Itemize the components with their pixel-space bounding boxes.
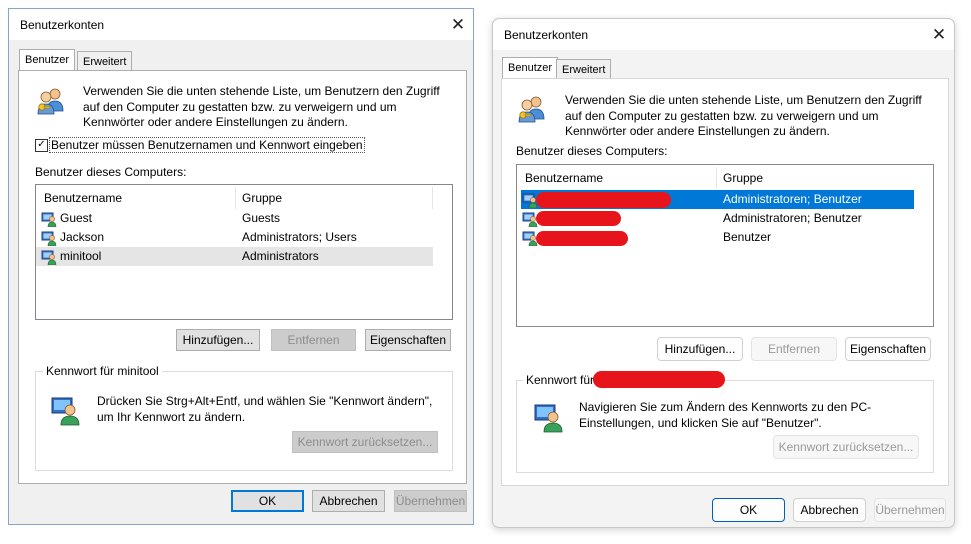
row-group: Administrators; Users xyxy=(242,230,357,244)
tab-panel: Verwenden Sie die unten stehende Liste, … xyxy=(18,70,467,484)
row-group: Administrators xyxy=(242,249,319,263)
close-icon[interactable]: ✕ xyxy=(445,12,471,38)
row-group: Guests xyxy=(242,211,281,225)
users-list-label: Benutzer dieses Computers: xyxy=(516,144,668,158)
remove-user-button[interactable]: Entfernen xyxy=(751,337,837,361)
user-accounts-window-classic: Benutzerkonten ✕ Benutzer Erweitert Verw… xyxy=(8,8,474,525)
row-username: Guest xyxy=(60,211,93,225)
tab-benutzer[interactable]: Benutzer xyxy=(502,57,559,79)
users-list[interactable]: Benutzername Gruppe Guest Guests Jackson… xyxy=(35,184,453,320)
redaction-mark xyxy=(536,231,628,246)
properties-button[interactable]: Eigenschaften xyxy=(365,329,451,351)
redaction-mark xyxy=(536,192,671,208)
tab-benutzer[interactable]: Benutzer xyxy=(19,49,76,71)
require-password-checkbox[interactable]: ✓ xyxy=(35,139,48,152)
ok-button[interactable]: OK xyxy=(231,490,304,512)
users-icon xyxy=(516,93,548,125)
column-divider xyxy=(235,187,236,209)
user-icon xyxy=(41,230,57,246)
remove-user-button[interactable]: Entfernen xyxy=(271,329,356,351)
ok-button[interactable]: OK xyxy=(712,498,785,522)
column-header-group[interactable]: Gruppe xyxy=(723,171,763,185)
password-info-text: Drücken Sie Strg+Alt+Entf, und wählen Si… xyxy=(97,394,433,424)
tab-erweitert[interactable]: Erweitert xyxy=(556,59,612,79)
properties-button[interactable]: Eigenschaften xyxy=(845,337,931,361)
row-username: Jackson xyxy=(60,230,105,244)
row-username: minitool xyxy=(60,249,102,263)
reset-password-button[interactable]: Kennwort zurücksetzen... xyxy=(773,435,919,459)
user-icon xyxy=(41,211,57,227)
row-group: Benutzer xyxy=(723,230,772,244)
users-list-label: Benutzer dieses Computers: xyxy=(35,165,187,179)
redaction-mark xyxy=(536,211,621,226)
add-user-button[interactable]: Hinzufügen... xyxy=(657,337,743,361)
user-computer-icon xyxy=(533,401,565,433)
table-row[interactable]: Jackson Administrators; Users xyxy=(36,228,452,247)
column-divider xyxy=(716,167,717,189)
title-bar: Benutzerkonten ✕ xyxy=(9,9,473,40)
reset-password-button[interactable]: Kennwort zurücksetzen... xyxy=(292,431,438,453)
password-group-title: Kennwort für minitool xyxy=(43,364,162,378)
password-group-title: Kennwort für xyxy=(523,373,598,387)
window-title: Benutzerkonten xyxy=(20,18,105,32)
title-bar: Benutzerkonten ✕ xyxy=(493,19,954,50)
column-header-group[interactable]: Gruppe xyxy=(242,191,282,205)
user-computer-icon xyxy=(50,394,82,426)
password-groupbox: Kennwort für minitool Drücken Sie Strg+A… xyxy=(35,364,453,471)
row-group: Administratoren; Benutzer xyxy=(723,192,862,206)
users-list[interactable]: Benutzername Gruppe Administratoren; Ben… xyxy=(516,164,934,327)
tab-erweitert[interactable]: Erweitert xyxy=(77,51,133,71)
apply-button[interactable]: Übernehmen xyxy=(394,490,467,512)
user-accounts-window-modern: Benutzerkonten ✕ Benutzer Erweitert Verw… xyxy=(492,18,955,528)
users-icon xyxy=(35,85,67,117)
add-user-button[interactable]: Hinzufügen... xyxy=(176,329,260,351)
row-group: Administratoren; Benutzer xyxy=(723,211,862,225)
column-header-username[interactable]: Benutzername xyxy=(525,171,603,185)
cancel-button[interactable]: Abbrechen xyxy=(312,490,385,512)
tab-panel: Verwenden Sie die unten stehende Liste, … xyxy=(501,78,949,486)
column-header-username[interactable]: Benutzername xyxy=(44,191,122,205)
description-text: Verwenden Sie die unten stehende Liste, … xyxy=(565,93,922,138)
redaction-mark xyxy=(593,371,725,388)
column-divider xyxy=(432,187,433,209)
password-groupbox: Kennwort für Navigieren Sie zum Ändern d… xyxy=(516,371,934,473)
apply-button[interactable]: Übernehmen xyxy=(874,498,946,522)
window-title: Benutzerkonten xyxy=(504,28,589,42)
description-text: Verwenden Sie die unten stehende Liste, … xyxy=(83,84,440,129)
require-password-label[interactable]: Benutzer müssen Benutzernamen und Kennwo… xyxy=(49,137,365,153)
table-row[interactable]: Guest Guests xyxy=(36,209,452,228)
password-info-text: Navigieren Sie zum Ändern des Kennworts … xyxy=(579,400,872,430)
close-icon[interactable]: ✕ xyxy=(926,22,952,48)
table-row-selected[interactable]: minitool Administrators xyxy=(36,247,433,266)
cancel-button[interactable]: Abbrechen xyxy=(793,498,866,522)
user-icon xyxy=(41,249,57,265)
